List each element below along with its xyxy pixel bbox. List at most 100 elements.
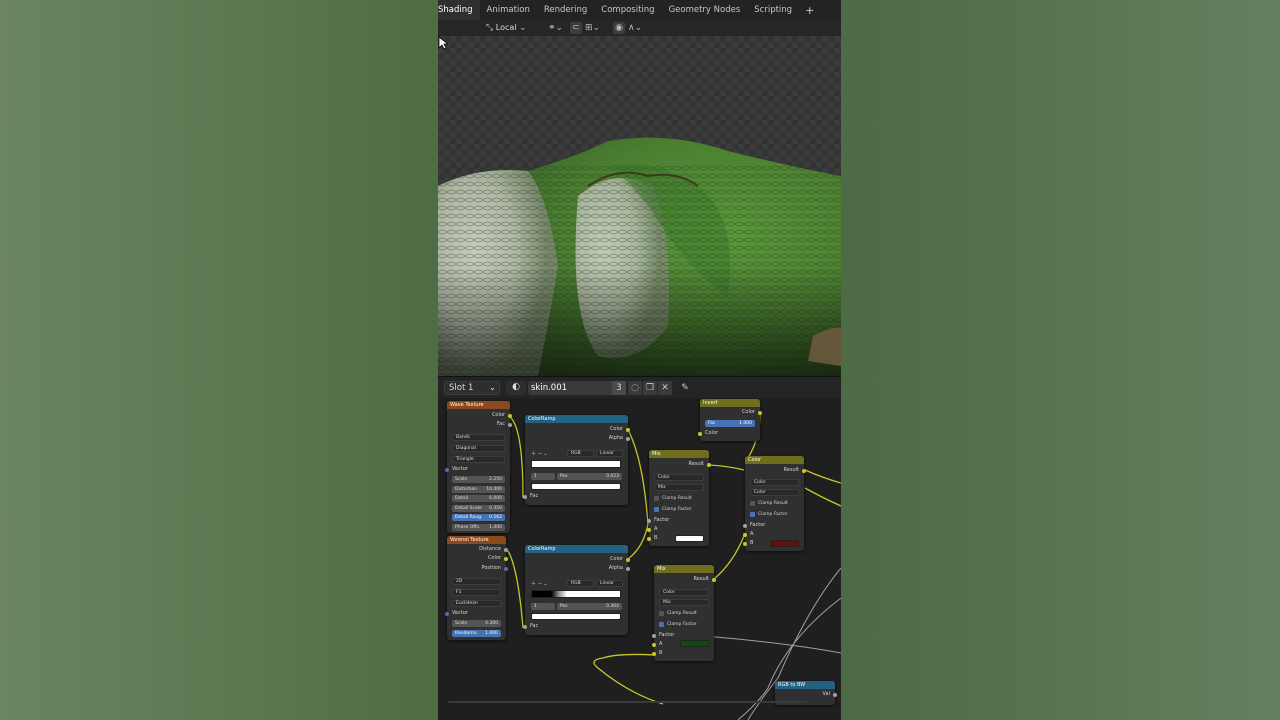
tab-compositing[interactable]: Compositing: [594, 0, 661, 20]
detail-scale-field[interactable]: Detail Scale 0.350: [452, 505, 505, 512]
b-color-swatch[interactable]: [675, 535, 704, 542]
data-type-select[interactable]: Color: [654, 474, 704, 481]
mix-node-1[interactable]: Mix Result Color Mix Clamp Result Clamp …: [647, 450, 711, 546]
plus-icon[interactable]: ＋: [531, 451, 536, 457]
stop-color-swatch[interactable]: [531, 613, 621, 620]
plus-icon[interactable]: ＋: [531, 581, 536, 587]
input-socket[interactable]: [647, 519, 651, 523]
distance-metric-select[interactable]: Euclidean: [452, 600, 501, 607]
add-workspace-button[interactable]: +: [799, 4, 820, 17]
input-socket[interactable]: [647, 528, 651, 532]
colorramp-node-1[interactable]: ColorRamp Color Alpha ＋ − ⌄ RGB Linear 1…: [523, 415, 630, 505]
interpolation-select[interactable]: Linear: [596, 580, 623, 587]
input-socket[interactable]: [647, 537, 651, 541]
randomness-field[interactable]: Randomn. 1.000: [452, 630, 501, 637]
output-socket[interactable]: [626, 437, 630, 441]
scale-field[interactable]: Scale 4.300: [452, 620, 501, 627]
clamp-result-checkbox[interactable]: Clamp Result: [654, 495, 692, 502]
input-socket[interactable]: [743, 542, 747, 546]
tab-rendering[interactable]: Rendering: [537, 0, 594, 20]
mix-node-2[interactable]: Mix Result Color Mix Clamp Result Clamp …: [652, 565, 716, 661]
color-ramp-gradient[interactable]: [531, 460, 621, 468]
snap-toggle[interactable]: ⊂: [570, 22, 582, 34]
minus-icon[interactable]: −: [538, 581, 542, 587]
output-socket[interactable]: [504, 567, 508, 571]
input-socket[interactable]: [652, 634, 656, 638]
material-slot-select[interactable]: Slot 1 ⌄: [444, 381, 500, 395]
3d-viewport[interactable]: [438, 36, 841, 376]
tab-animation[interactable]: Animation: [480, 0, 537, 20]
wave-texture-node[interactable]: Wave Texture Color Fac Bands Diagonal Tr…: [445, 401, 512, 533]
ramp-add-remove[interactable]: ＋ − ⌄: [531, 450, 548, 457]
output-socket[interactable]: [504, 557, 508, 561]
dimensions-select[interactable]: 2D: [452, 578, 501, 585]
input-socket[interactable]: [743, 524, 747, 528]
invert-node[interactable]: Invert Color Fac 1.000 Color: [698, 399, 762, 441]
scale-field[interactable]: Scale 2.250: [452, 476, 505, 483]
output-socket[interactable]: [504, 548, 508, 552]
tab-geometry-nodes[interactable]: Geometry Nodes: [662, 0, 748, 20]
fac-field[interactable]: Fac 1.000: [705, 420, 755, 427]
clamp-factor-checkbox[interactable]: Clamp Factor: [659, 621, 697, 628]
wave-type-select[interactable]: Bands: [452, 434, 505, 441]
clamp-factor-checkbox[interactable]: Clamp Factor: [654, 506, 692, 513]
input-socket[interactable]: [523, 495, 527, 499]
input-socket[interactable]: [698, 432, 702, 436]
output-socket[interactable]: [626, 558, 630, 562]
blend-mode-select[interactable]: Color: [750, 489, 799, 496]
output-socket[interactable]: [626, 567, 630, 571]
data-type-select[interactable]: Color: [750, 479, 799, 486]
wave-direction-select[interactable]: Diagonal: [452, 445, 505, 452]
wave-profile-select[interactable]: Triangle: [452, 456, 505, 463]
material-browse-button[interactable]: ◐: [506, 381, 526, 395]
colorramp-node-2[interactable]: ColorRamp Color Alpha ＋ − ⌄ RGB Linear 1…: [523, 545, 630, 635]
output-socket[interactable]: [626, 428, 630, 432]
proportional-edit-toggle[interactable]: ◉: [613, 22, 625, 34]
snap-target-select[interactable]: ⊞⌄: [585, 22, 600, 34]
node-canvas[interactable]: Wave Texture Color Fac Bands Diagonal Tr…: [438, 398, 841, 720]
material-user-count[interactable]: 3: [612, 381, 626, 395]
blend-mode-select[interactable]: Mix: [654, 484, 704, 491]
output-socket[interactable]: [508, 414, 512, 418]
tab-shading[interactable]: Shading: [438, 0, 480, 20]
fake-user-button[interactable]: ◌: [628, 381, 642, 395]
tab-scripting[interactable]: Scripting: [747, 0, 799, 20]
clamp-factor-checkbox[interactable]: Clamp Factor: [750, 511, 788, 518]
output-socket[interactable]: [712, 578, 716, 582]
detail-roughness-field[interactable]: Detail Roug. 0.562: [452, 514, 505, 521]
detail-field[interactable]: Detail 6.000: [452, 495, 505, 502]
output-socket[interactable]: [707, 463, 711, 467]
color-mode-select[interactable]: RGB: [567, 450, 594, 457]
duplicate-material-button[interactable]: ❐: [643, 381, 657, 395]
input-socket[interactable]: [652, 643, 656, 647]
pos-field[interactable]: Pos 0.364: [557, 603, 622, 610]
material-name-field[interactable]: skin.001: [528, 381, 612, 395]
blend-mode-select[interactable]: Mix: [659, 599, 709, 606]
input-socket[interactable]: [445, 612, 449, 616]
stop-color-swatch[interactable]: [531, 483, 621, 490]
color-mix-node[interactable]: Color Result Color Color Clamp Result Cl…: [743, 456, 806, 551]
output-socket[interactable]: [833, 693, 837, 697]
falloff-select[interactable]: ∧⌄: [628, 22, 642, 34]
interpolation-select[interactable]: Linear: [596, 450, 623, 457]
b-color-swatch[interactable]: [770, 540, 799, 547]
data-type-select[interactable]: Color: [659, 589, 709, 596]
clamp-result-checkbox[interactable]: Clamp Result: [750, 500, 788, 507]
feature-select[interactable]: F1: [452, 589, 501, 596]
pos-field[interactable]: Pos 0.023: [557, 473, 622, 480]
ramp-add-remove[interactable]: ＋ − ⌄: [531, 580, 548, 587]
horizontal-scrollbar[interactable]: [448, 701, 808, 703]
phase-offset-field[interactable]: Phase Offs. 1.400: [452, 524, 505, 531]
transform-orientation-select[interactable]: ⤡ Local ⌄: [486, 22, 527, 34]
input-socket[interactable]: [743, 533, 747, 537]
input-socket[interactable]: [652, 652, 656, 656]
stop-index-field[interactable]: 1: [531, 603, 555, 610]
output-socket[interactable]: [508, 423, 512, 427]
input-socket[interactable]: [445, 468, 449, 472]
minus-icon[interactable]: −: [538, 451, 542, 457]
pin-button[interactable]: ✎: [678, 381, 692, 395]
stop-index-field[interactable]: 1: [531, 473, 555, 480]
output-socket[interactable]: [758, 411, 762, 415]
unlink-material-button[interactable]: ✕: [658, 381, 672, 395]
b-color-swatch[interactable]: [680, 640, 709, 647]
